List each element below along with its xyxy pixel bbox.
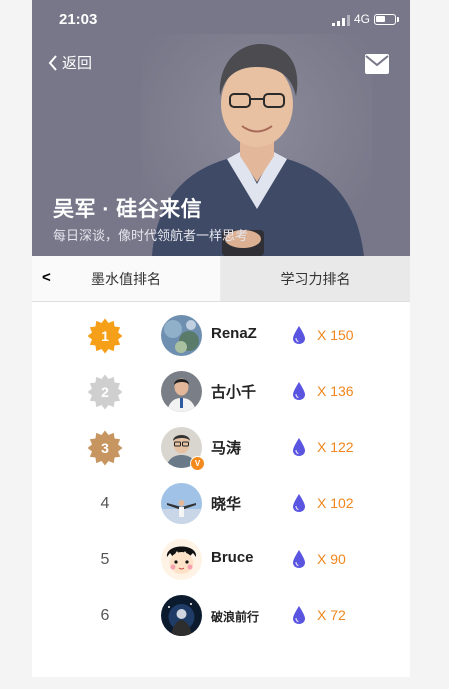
rank-number: 1 [101, 328, 109, 344]
ranking-row[interactable]: 2 古小千 X 136 [32, 364, 410, 420]
status-time: 21:03 [59, 11, 98, 28]
silver-medal-icon: 2 [87, 374, 123, 410]
ranking-list: 1 RenaZ X 150 2 古小千 X 136 3 V 马涛 X 122 4 晓华 X 102 5 Br… [32, 302, 410, 677]
ink-score: X 136 [317, 383, 354, 399]
ink-score: X 72 [317, 607, 346, 623]
user-name[interactable]: 晓华 [211, 493, 241, 514]
ranking-row[interactable]: 1 RenaZ X 150 [32, 308, 410, 364]
network-type: 4G [354, 12, 371, 26]
avatar[interactable] [161, 315, 202, 356]
ranking-row[interactable]: 5 Bruce X 90 [32, 532, 410, 588]
ink-drop-icon [293, 438, 305, 456]
signal-icon [332, 15, 350, 26]
user-name[interactable]: RenaZ [211, 325, 257, 342]
tab-prev-button[interactable]: < [42, 269, 51, 286]
rank-number: 3 [101, 440, 109, 456]
tab-learning-ranking[interactable]: 学习力排名 [221, 256, 410, 301]
user-name[interactable]: 马涛 [211, 437, 241, 458]
hero-banner: 21:03 4G 返回 吴军 · 硅谷来信 每日深谈，像时代领航者一样思考 [32, 0, 410, 256]
ink-score: X 90 [317, 551, 346, 567]
tab-ink-ranking[interactable]: 墨水值排名 [32, 256, 220, 301]
status-bar: 21:03 4G [32, 0, 410, 40]
bronze-medal-icon: 3 [87, 430, 123, 466]
app-screen: 21:03 4G 返回 吴军 · 硅谷来信 每日深谈，像时代领航者一样思考 墨水… [32, 0, 410, 689]
ranking-row[interactable]: 3 V 马涛 X 122 [32, 420, 410, 476]
rank-number: 4 [100, 495, 110, 512]
rank-number: 5 [100, 551, 110, 568]
avatar[interactable] [161, 595, 202, 636]
ink-score: X 102 [317, 495, 354, 511]
ranking-row[interactable]: 6 破浪前行 X 72 [32, 588, 410, 644]
rank-cell: 4 [87, 486, 123, 522]
ink-score: X 122 [317, 439, 354, 455]
tab-label: 墨水值排名 [91, 270, 161, 287]
ink-drop-icon [293, 494, 305, 512]
rank-number: 2 [101, 384, 109, 400]
ink-drop-icon [293, 606, 305, 624]
rank-cell: 6 [87, 598, 123, 634]
column-title: 吴军 · 硅谷来信 [53, 198, 203, 221]
column-subtitle: 每日深谈，像时代领航者一样思考 [53, 228, 249, 243]
back-label: 返回 [62, 55, 93, 72]
bottom-spacer [32, 677, 410, 689]
tab-label: 学习力排名 [280, 270, 351, 287]
chevron-left-icon [48, 54, 57, 71]
mail-icon[interactable] [364, 53, 390, 75]
ranking-tabs: 墨水值排名 学习力排名 < [32, 256, 410, 302]
user-name[interactable]: 破浪前行 [211, 608, 259, 625]
avatar[interactable] [161, 483, 202, 524]
verified-badge-icon: V [190, 456, 205, 471]
avatar[interactable] [161, 539, 202, 580]
gold-medal-icon: 1 [87, 318, 123, 354]
ink-drop-icon [293, 550, 305, 568]
ink-drop-icon [293, 382, 305, 400]
battery-icon [374, 14, 396, 25]
back-button[interactable]: 返回 [48, 52, 92, 73]
avatar[interactable] [161, 371, 202, 412]
battery-tip [397, 17, 399, 22]
user-name[interactable]: 古小千 [211, 381, 256, 402]
ink-drop-icon [293, 326, 305, 344]
rank-cell: 5 [87, 542, 123, 578]
ranking-row[interactable]: 4 晓华 X 102 [32, 476, 410, 532]
rank-number: 6 [100, 607, 110, 624]
battery-level [376, 16, 385, 22]
ink-score: X 150 [317, 327, 354, 343]
user-name[interactable]: Bruce [211, 549, 254, 566]
